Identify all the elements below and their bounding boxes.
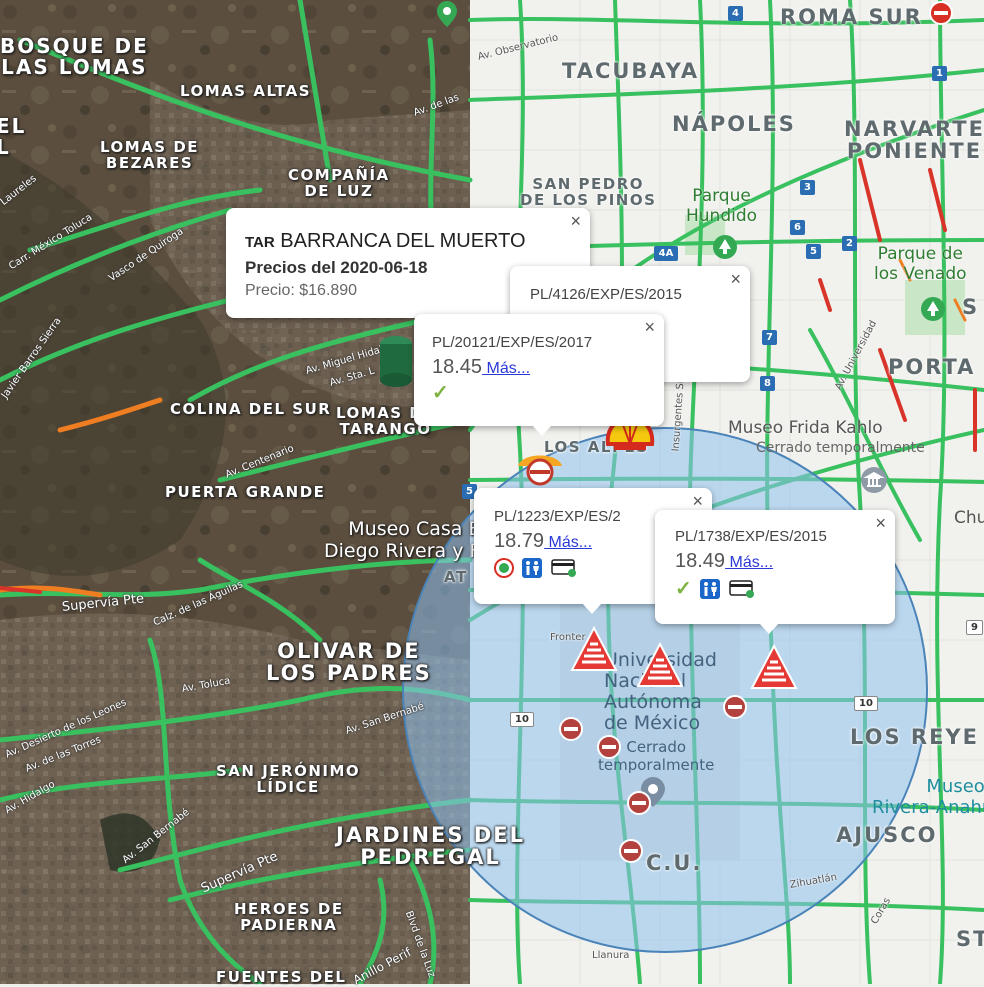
permit-number: PL/20121/EXP/ES/2017 bbox=[432, 334, 593, 351]
restroom-icon bbox=[522, 558, 543, 578]
label-lomas-de-bezares: LOMAS DE BEZARES bbox=[100, 138, 200, 172]
label-jardines-del-pedregal: JARDINES DEL PEDREGAL bbox=[336, 823, 525, 870]
station-popup-p2[interactable]: × PL/20121/EXP/ES/2017 18.45 Más... ✓ bbox=[414, 314, 664, 436]
label-ajusco: AJUSCO bbox=[836, 823, 938, 847]
route-shield: 5 bbox=[806, 244, 821, 259]
tar-station-marker[interactable] bbox=[378, 334, 414, 388]
map-pin-icon[interactable] bbox=[436, 0, 458, 28]
road-closed-icon[interactable] bbox=[558, 716, 584, 742]
prices-date: Precios del 2020-06-18 bbox=[245, 258, 428, 277]
close-button[interactable]: × bbox=[570, 212, 581, 230]
check-icon: ✓ bbox=[675, 578, 692, 600]
route-shield: 4 bbox=[728, 6, 743, 21]
poi-museo-frida-kahlo[interactable]: Museo Frida Kahlo bbox=[728, 418, 883, 438]
route-shield: 3 bbox=[800, 180, 815, 195]
label-cu: C.U. bbox=[646, 851, 703, 875]
label-fuentes-del: FUENTES DEL bbox=[216, 968, 347, 986]
route-shield: 10 bbox=[854, 696, 878, 711]
label-chu: Chu bbox=[954, 508, 984, 528]
permit-number: PL/4126/EXP/ES/2015 bbox=[530, 286, 682, 303]
label-lomas-altas: LOMAS ALTAS bbox=[180, 82, 311, 100]
label-san-jeronimo-lidice: SAN JERÓNIMO LÍDICE bbox=[216, 762, 361, 796]
label-portales: PORTA bbox=[888, 355, 976, 379]
poi-museo-casa-estudio[interactable]: Museo Casa E Diego Rivera y F bbox=[324, 518, 480, 562]
card-payment-icon bbox=[551, 559, 576, 577]
label-heroes-de-padierna: HEROES DE PADIERNA bbox=[234, 900, 344, 934]
label-roma-sur: ROMA SUR bbox=[780, 5, 923, 29]
label-narvarte-poniente: NARVARTE PONIENTE bbox=[844, 117, 984, 164]
route-shield: 2 bbox=[842, 236, 857, 251]
route-shield: 7 bbox=[762, 330, 777, 345]
route-shield: 1 bbox=[932, 66, 947, 81]
label-st: ST bbox=[956, 927, 984, 951]
route-shield: 10 bbox=[510, 712, 534, 727]
brand-prefix: TAR bbox=[245, 234, 275, 251]
pemex-station-icon[interactable] bbox=[750, 644, 798, 690]
label-puerta-grande: PUERTA GRANDE bbox=[165, 483, 326, 501]
station-name: BARRANCA DEL MUERTO bbox=[280, 230, 526, 252]
label-bosque-de-las-lomas: BOSQUE DE LAS LOMAS bbox=[0, 34, 149, 79]
route-shield: 6 bbox=[790, 220, 805, 235]
label-el-fragment: EL L bbox=[0, 114, 27, 159]
more-link[interactable]: Más... bbox=[544, 534, 593, 551]
road-closed-icon[interactable] bbox=[722, 694, 748, 720]
museum-icon[interactable] bbox=[860, 466, 888, 494]
park-tree-icon[interactable] bbox=[920, 296, 946, 322]
close-button[interactable]: × bbox=[644, 318, 655, 336]
card-payment-icon bbox=[728, 579, 754, 598]
label-napoles: NÁPOLES bbox=[672, 112, 796, 136]
more-link[interactable]: Más... bbox=[725, 554, 774, 571]
label-compania-de-luz: COMPAÑÍA DE LUZ bbox=[288, 166, 390, 200]
label-olivar-de-los-padres: OLIVAR DE LOS PADRES bbox=[266, 639, 432, 686]
gas-price: 18.45 bbox=[432, 356, 483, 378]
label-tacubaya: TACUBAYA bbox=[562, 59, 700, 83]
pemex-station-icon[interactable] bbox=[636, 642, 684, 688]
route-shield: 9 bbox=[966, 620, 983, 635]
label-san-pedro-de-los-pinos: SAN PEDRO DE LOS PINOS bbox=[520, 175, 657, 209]
poi-museo-frida-status: Cerrado temporalmente bbox=[756, 440, 925, 456]
park-tree-icon[interactable] bbox=[712, 234, 738, 260]
close-button[interactable]: × bbox=[692, 492, 703, 510]
road-llanura: Llanura bbox=[592, 950, 630, 961]
check-icon: ✓ bbox=[432, 382, 449, 404]
station-popup-p4[interactable]: × PL/1738/EXP/ES/2015 18.49 Más... ✓ bbox=[655, 510, 895, 634]
route-shield: 8 bbox=[760, 376, 775, 391]
road-closed-icon[interactable] bbox=[626, 790, 652, 816]
pemex-station-icon[interactable] bbox=[570, 626, 618, 672]
poi-parque-venados[interactable]: Parque de los Venado bbox=[874, 244, 967, 284]
road-closed-icon[interactable] bbox=[928, 0, 954, 26]
label-at: AT bbox=[444, 568, 468, 586]
gas-price: 18.79 bbox=[494, 530, 545, 552]
poi-parque-hundido[interactable]: Parque Hundido bbox=[686, 186, 757, 226]
road-closed-icon[interactable] bbox=[596, 734, 622, 760]
poi-museo-anahuacalli[interactable]: Museo D Rivera-Anahua bbox=[872, 776, 984, 818]
more-link[interactable]: Más... bbox=[482, 360, 531, 377]
close-button[interactable]: × bbox=[875, 514, 886, 532]
convenience-store-icon bbox=[494, 558, 514, 578]
mobil-station-icon[interactable] bbox=[512, 446, 568, 486]
close-button[interactable]: × bbox=[730, 270, 741, 288]
permit-number: PL/1738/EXP/ES/2015 bbox=[675, 528, 827, 545]
restroom-icon bbox=[700, 578, 721, 599]
label-colina-del-sur: COLINA DEL SUR bbox=[170, 400, 332, 418]
label-los-reyes: LOS REYE bbox=[850, 725, 979, 749]
route-shield: 4A bbox=[654, 246, 678, 261]
gas-price: 18.49 bbox=[675, 550, 726, 572]
road-closed-icon[interactable] bbox=[618, 838, 644, 864]
permit-number: PL/1223/EXP/ES/2 bbox=[494, 508, 621, 525]
label-s: S bbox=[962, 295, 980, 319]
station-price: Precio: $16.890 bbox=[245, 282, 358, 299]
